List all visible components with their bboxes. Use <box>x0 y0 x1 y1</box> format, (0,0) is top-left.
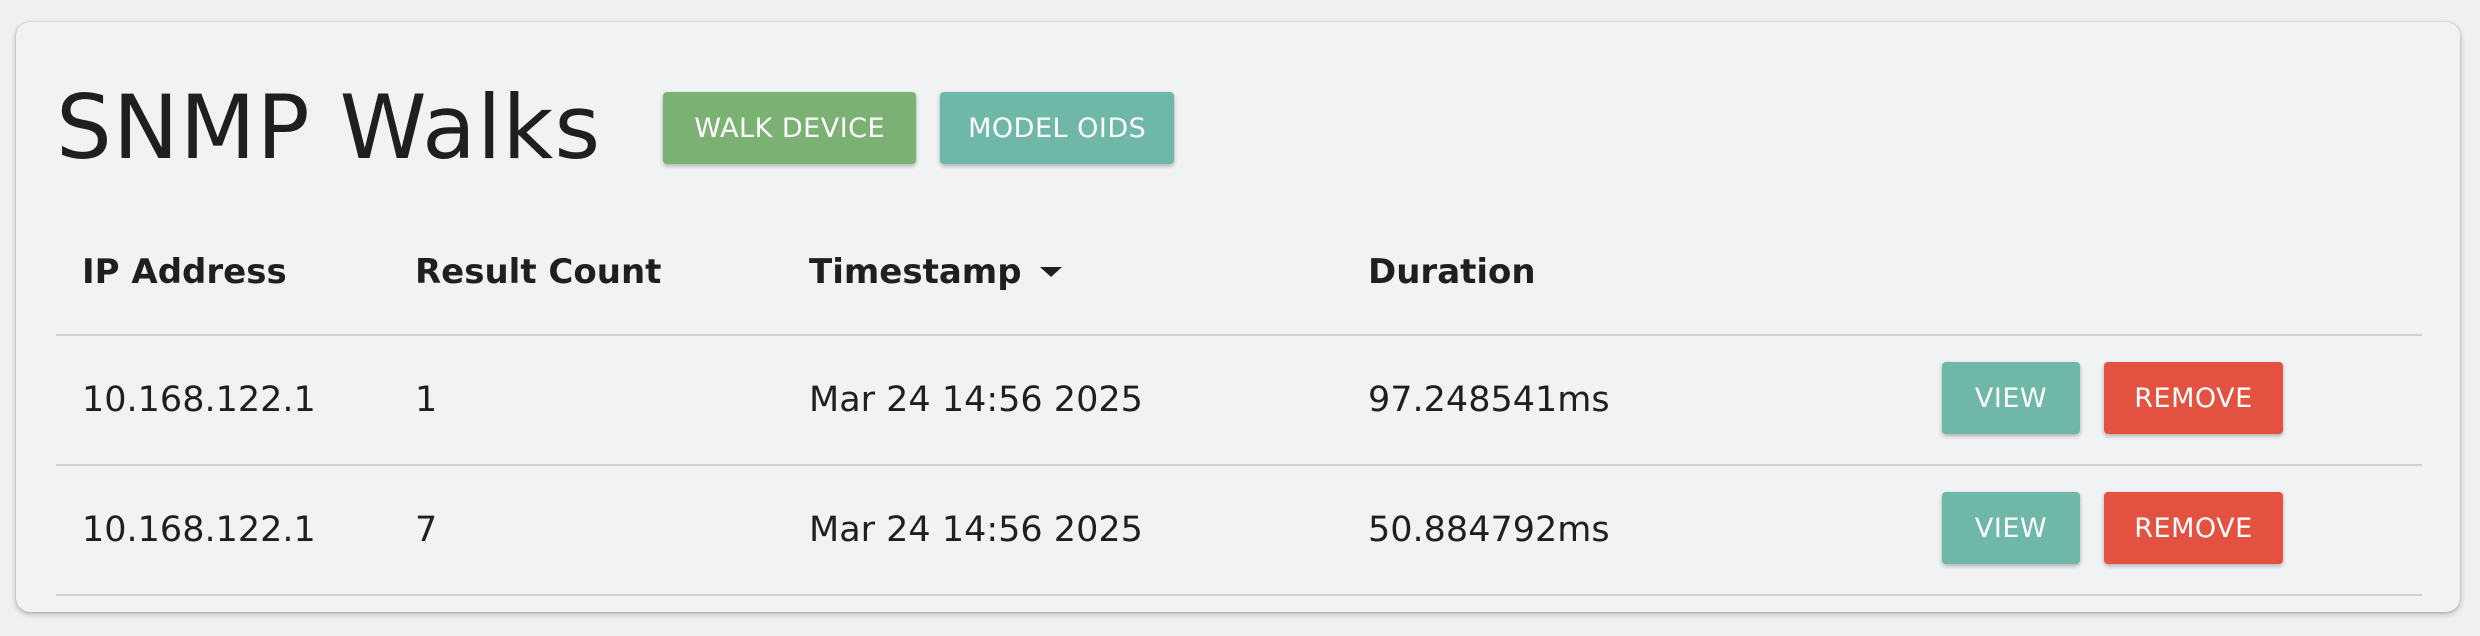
column-header-duration[interactable]: Duration <box>1368 252 1536 292</box>
column-header-ip-address[interactable]: IP Address <box>82 252 287 292</box>
cell-result-count: 7 <box>415 510 438 550</box>
cell-ip-address: 10.168.122.1 <box>82 380 316 420</box>
table-row: 10.168.122.1 1 Mar 24 14:56 2025 97.2485… <box>56 336 2422 466</box>
table-header: IP Address Result Count Timestamp Durati… <box>56 204 2422 336</box>
cell-ip-address: 10.168.122.1 <box>82 510 316 550</box>
walk-device-button[interactable]: WALK DEVICE <box>663 92 917 164</box>
row-actions: VIEW REMOVE <box>1942 362 2283 434</box>
sort-desc-icon[interactable] <box>1039 267 1062 277</box>
view-button[interactable]: VIEW <box>1942 492 2080 564</box>
table-row: 10.168.122.1 7 Mar 24 14:56 2025 50.8847… <box>56 466 2422 596</box>
cell-duration: 97.248541ms <box>1368 380 1610 420</box>
card-header: SNMP Walks WALK DEVICE MODEL OIDS <box>56 62 1175 194</box>
walks-table: IP Address Result Count Timestamp Durati… <box>56 204 2422 596</box>
cell-timestamp: Mar 24 14:56 2025 <box>809 510 1143 550</box>
snmp-walks-card: SNMP Walks WALK DEVICE MODEL OIDS IP Add… <box>16 22 2460 612</box>
row-actions: VIEW REMOVE <box>1942 492 2283 564</box>
remove-button[interactable]: REMOVE <box>2104 362 2283 434</box>
view-button[interactable]: VIEW <box>1942 362 2080 434</box>
column-header-label: IP Address <box>82 252 287 292</box>
column-header-result-count[interactable]: Result Count <box>415 252 661 292</box>
cell-duration: 50.884792ms <box>1368 510 1610 550</box>
cell-timestamp: Mar 24 14:56 2025 <box>809 380 1143 420</box>
cell-result-count: 1 <box>415 380 438 420</box>
column-header-label: Duration <box>1368 252 1536 292</box>
column-header-timestamp[interactable]: Timestamp <box>809 252 1062 292</box>
remove-button[interactable]: REMOVE <box>2104 492 2283 564</box>
column-header-label: Result Count <box>415 252 662 292</box>
model-oids-button[interactable]: MODEL OIDS <box>940 92 1175 164</box>
page-title: SNMP Walks <box>56 76 602 179</box>
column-header-label: Timestamp <box>809 252 1022 292</box>
